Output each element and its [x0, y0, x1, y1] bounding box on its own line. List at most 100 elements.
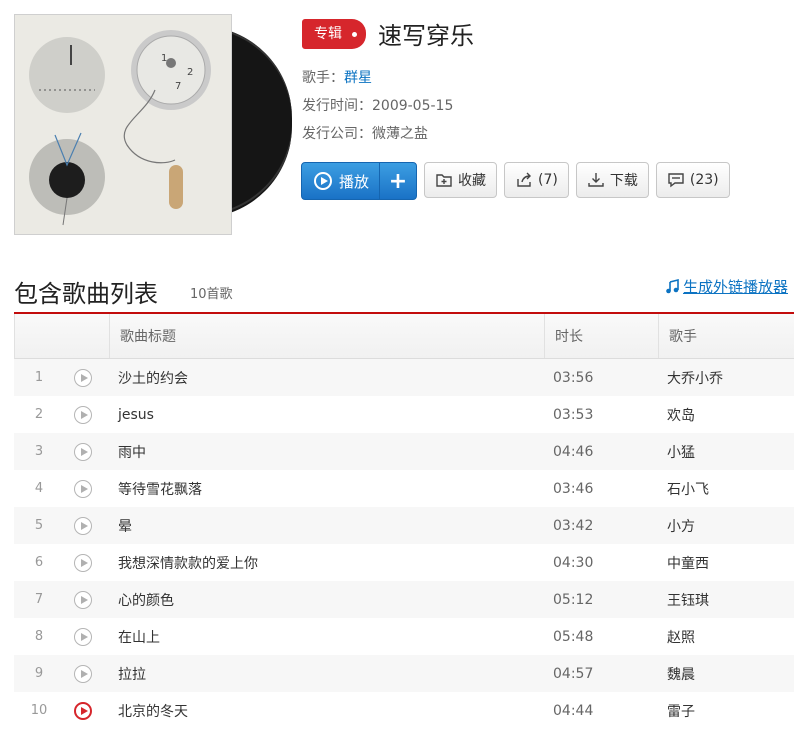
release-line: 发行时间：2009-05-15 [302, 95, 474, 115]
song-title[interactable]: 沙土的约会 [108, 368, 543, 388]
collect-button[interactable]: 收藏 [424, 162, 498, 198]
song-duration: 03:56 [553, 369, 594, 386]
play-circle-icon[interactable] [74, 701, 92, 720]
row-play-cell [64, 405, 108, 424]
album-title: 速写穿乐 [378, 22, 474, 50]
row-play-cell [64, 479, 108, 498]
song-title[interactable]: 在山上 [108, 627, 543, 647]
table-row[interactable]: 2 jesus 03:53 欢岛 [14, 396, 794, 433]
row-number: 3 [34, 444, 44, 459]
song-duration: 03:53 [553, 406, 594, 423]
table-row[interactable]: 6 我想深情款款的爱上你 04:30 中童西 [14, 544, 794, 581]
song-duration: 04:30 [553, 554, 594, 571]
song-artist[interactable]: 小猛 [657, 442, 794, 462]
download-button-label: 下载 [609, 173, 638, 189]
cover-art: 1 2 7 [14, 14, 232, 235]
songlist-title: 包含歌曲列表 [14, 280, 158, 308]
song-artist[interactable]: 欢岛 [657, 405, 794, 425]
play-circle-icon[interactable] [74, 664, 92, 683]
music-note-icon [666, 278, 679, 293]
table-row[interactable]: 10 北京的冬天 04:44 雷子 [14, 692, 794, 729]
row-play-cell [64, 442, 108, 461]
row-play-cell [64, 553, 108, 572]
album-info: 专辑 速写穿乐 歌手：群星 发行时间：2009-05-15 发行公司：微薄之盐 [302, 16, 474, 143]
row-number: 2 [34, 407, 44, 422]
comment-button[interactable]: (23) [655, 162, 730, 198]
song-artist[interactable]: 王钰琪 [657, 590, 794, 610]
artist-line: 歌手：群星 [302, 67, 474, 87]
table-row[interactable]: 7 心的颜色 05:12 王钰琪 [14, 581, 794, 618]
song-duration: 03:42 [553, 517, 594, 534]
album-cover: 1 2 7 [14, 14, 292, 238]
col-index [15, 314, 109, 358]
play-button-label: 播放 [339, 172, 370, 191]
song-artist[interactable]: 小方 [657, 516, 794, 536]
row-play-cell [64, 590, 108, 609]
play-icon [314, 172, 332, 190]
row-number: 1 [34, 370, 44, 385]
song-title[interactable]: 北京的冬天 [108, 701, 543, 721]
song-artist[interactable]: 雷子 [657, 701, 794, 721]
external-player-link[interactable]: 生成外链播放器 [664, 276, 788, 297]
song-title[interactable]: 心的颜色 [108, 590, 543, 610]
song-artist[interactable]: 大乔小乔 [657, 368, 794, 388]
company-label: 发行公司： [302, 126, 372, 142]
album-tag: 专辑 [302, 18, 366, 49]
song-duration: 03:46 [553, 480, 594, 497]
play-circle-icon[interactable] [74, 590, 92, 609]
table-row[interactable]: 5 晕 03:42 小方 [14, 507, 794, 544]
share-icon [517, 172, 532, 187]
row-number: 6 [34, 555, 44, 570]
release-label: 发行时间： [302, 98, 372, 114]
song-title[interactable]: jesus [108, 407, 543, 423]
album-tag-label: 专辑 [314, 25, 342, 42]
table-row[interactable]: 9 拉拉 04:57 魏晨 [14, 655, 794, 692]
table-header: 歌曲标题 时长 歌手 [14, 314, 794, 359]
play-circle-icon[interactable] [74, 405, 92, 424]
song-artist[interactable]: 石小飞 [657, 479, 794, 499]
row-play-cell [64, 664, 108, 683]
table-body: 1 沙土的约会 03:56 大乔小乔 2 jesus 03:53 欢岛 3 雨中 04:46 小猛 4 等… [14, 359, 794, 729]
add-to-playlist-button[interactable]: + [380, 163, 416, 199]
song-title[interactable]: 我想深情款款的爱上你 [108, 553, 543, 573]
row-play-cell [64, 701, 108, 720]
table-row[interactable]: 4 等待雪花飘落 03:46 石小飞 [14, 470, 794, 507]
play-button[interactable]: 播放 [302, 163, 381, 199]
play-circle-icon[interactable] [74, 368, 92, 387]
row-number: 4 [34, 481, 44, 496]
table-row[interactable]: 8 在山上 05:48 赵照 [14, 618, 794, 655]
play-circle-icon[interactable] [74, 627, 92, 646]
song-duration: 04:44 [553, 702, 594, 719]
song-title[interactable]: 晕 [108, 516, 543, 536]
song-count: 10首歌 [190, 287, 233, 302]
row-play-cell [64, 368, 108, 387]
song-duration: 04:46 [553, 443, 594, 460]
row-play-cell [64, 516, 108, 535]
play-circle-icon[interactable] [74, 516, 92, 535]
play-circle-icon[interactable] [74, 553, 92, 572]
song-title[interactable]: 雨中 [108, 442, 543, 462]
svg-text:7: 7 [175, 81, 181, 92]
song-artist[interactable]: 魏晨 [657, 664, 794, 684]
song-duration: 05:48 [553, 628, 594, 645]
play-circle-icon[interactable] [74, 442, 92, 461]
song-artist[interactable]: 赵照 [657, 627, 794, 647]
release-date: 2009-05-15 [372, 98, 454, 114]
play-button-group: 播放 + [301, 162, 418, 200]
col-artist: 歌手 [658, 314, 794, 358]
action-toolbar: 播放 + 收藏 (7) 下载 (23) [301, 162, 730, 200]
row-number: 9 [34, 666, 44, 681]
artist-label: 歌手： [302, 70, 344, 86]
share-button[interactable]: (7) [504, 162, 569, 198]
song-artist[interactable]: 中童西 [657, 553, 794, 573]
company-name: 微薄之盐 [372, 126, 428, 142]
table-row[interactable]: 1 沙土的约会 03:56 大乔小乔 [14, 359, 794, 396]
table-row[interactable]: 3 雨中 04:46 小猛 [14, 433, 794, 470]
song-title[interactable]: 拉拉 [108, 664, 543, 684]
row-number: 10 [30, 703, 48, 718]
song-title[interactable]: 等待雪花飘落 [108, 479, 543, 499]
artist-link[interactable]: 群星 [344, 70, 372, 86]
play-circle-icon[interactable] [74, 479, 92, 498]
song-table: 歌曲标题 时长 歌手 1 沙土的约会 03:56 大乔小乔 2 jesus 03:53 欢岛 3… [14, 314, 794, 729]
download-button[interactable]: 下载 [575, 162, 649, 198]
